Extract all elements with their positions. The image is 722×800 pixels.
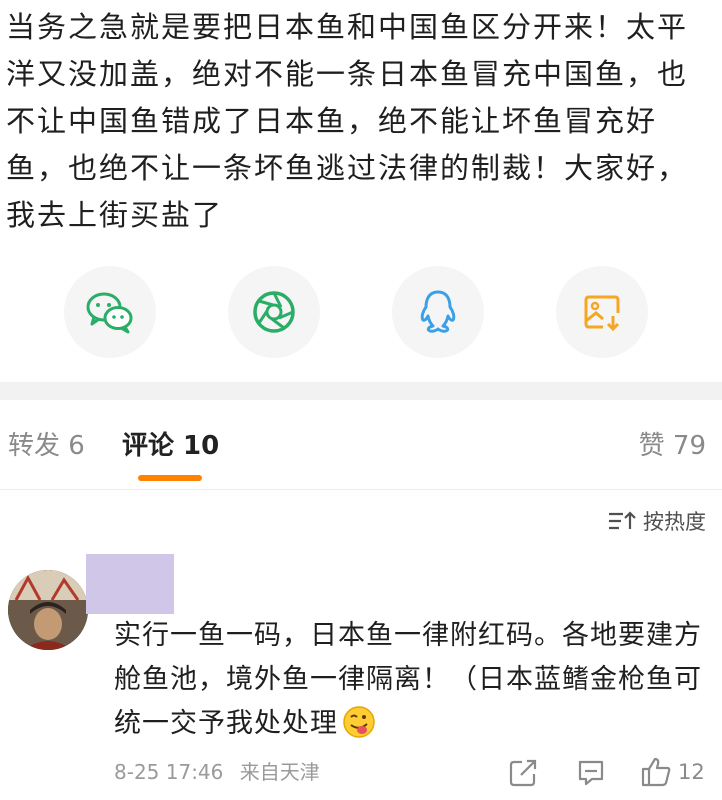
share-save-image-button[interactable] <box>556 266 648 358</box>
tab-likes[interactable]: 赞 79 <box>639 428 706 464</box>
thumbs-up-icon <box>641 757 671 787</box>
like-comment-button[interactable]: 12 <box>640 756 705 788</box>
avatar-image <box>8 570 88 650</box>
like-count: 12 <box>678 760 705 784</box>
wechat-icon <box>86 292 133 334</box>
share-out-icon <box>509 759 537 787</box>
save-image-icon <box>584 295 620 332</box>
section-divider <box>0 382 722 400</box>
share-moments-button[interactable] <box>228 266 320 358</box>
comment-icon <box>578 760 604 786</box>
sort-label: 按热度 <box>643 510 706 534</box>
tab-repost[interactable]: 转发 6 <box>8 428 85 464</box>
tab-comments[interactable]: 评论 10 <box>122 428 219 464</box>
tongue-out-emoji-icon <box>343 706 375 738</box>
share-row <box>0 266 722 362</box>
repost-comment-button[interactable] <box>508 758 538 788</box>
comment-tabs: 转发 6 评论 10 赞 79 <box>0 400 722 490</box>
comment-body: 实行一鱼一码，日本鱼一律附红码。各地要建方舱鱼池，境外鱼一律隔离！（日本蓝鳍金枪… <box>114 614 714 746</box>
qq-icon <box>420 290 456 333</box>
comment-text: 实行一鱼一码，日本鱼一律附红码。各地要建方舱鱼池，境外鱼一律隔离！（日本蓝鳍金枪… <box>114 620 702 739</box>
avatar[interactable] <box>8 570 88 650</box>
post-text: 当务之急就是要把日本鱼和中国鱼区分开来！太平洋又没加盖，绝对不能一条日本鱼冒充中… <box>6 10 689 232</box>
share-wechat-button[interactable] <box>64 266 156 358</box>
reply-comment-button[interactable] <box>576 758 606 788</box>
sort-button[interactable]: 按热度 <box>607 506 706 536</box>
active-tab-indicator <box>138 475 202 481</box>
username-redacted[interactable] <box>86 554 174 614</box>
share-qq-button[interactable] <box>392 266 484 358</box>
comment-actions: 12 <box>0 754 722 790</box>
sort-icon <box>609 511 636 530</box>
moments-icon <box>253 291 295 333</box>
